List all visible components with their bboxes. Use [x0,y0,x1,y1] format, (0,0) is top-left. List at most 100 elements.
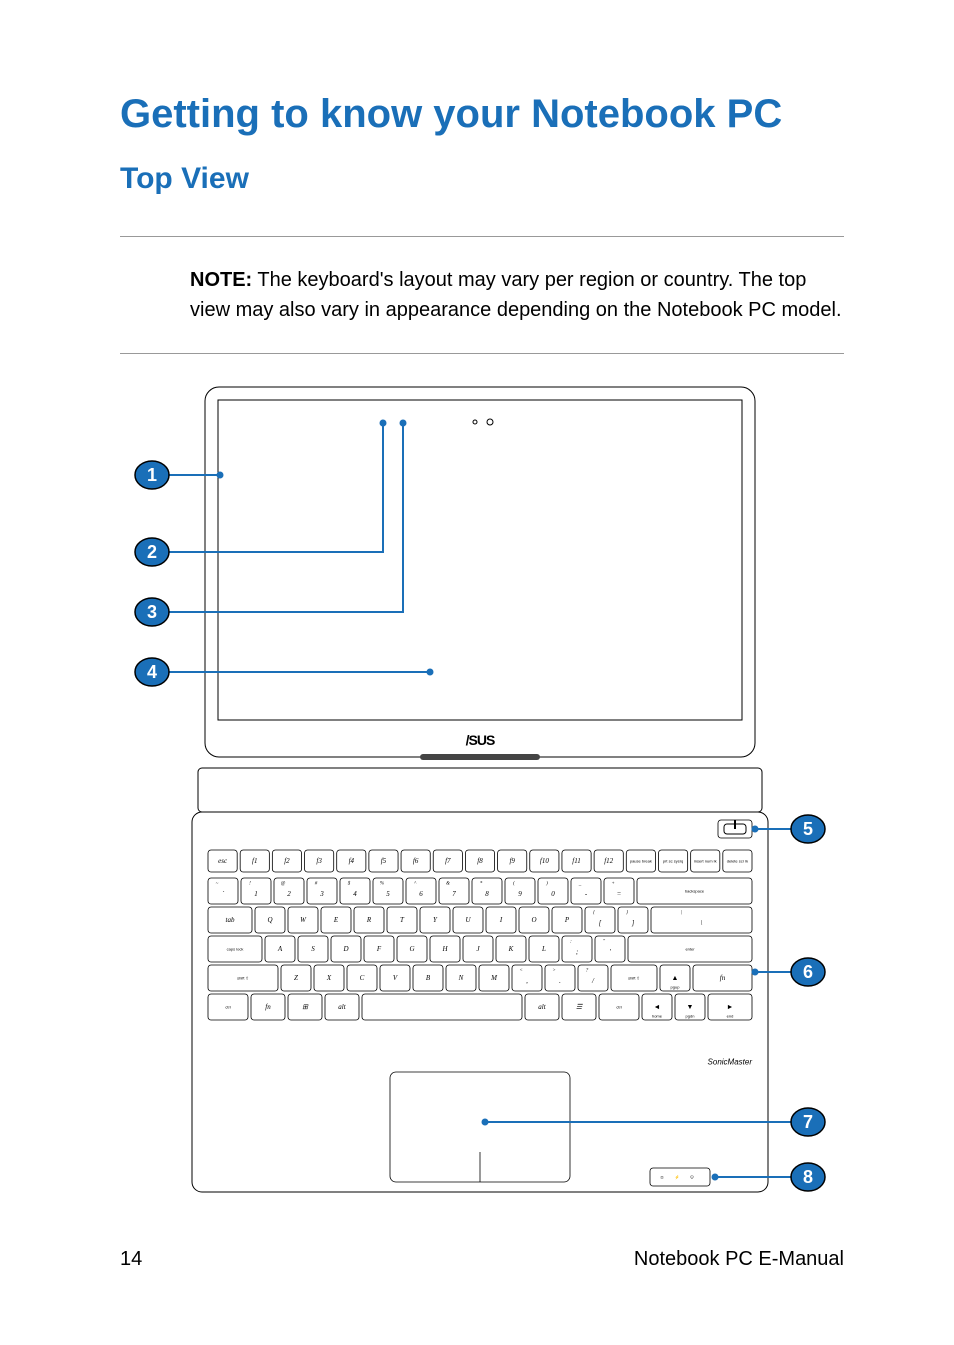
svg-text:esc: esc [218,857,228,865]
svg-text:delete scr lk: delete scr lk [727,859,748,864]
svg-text:f7: f7 [445,857,451,865]
svg-text:B: B [426,974,431,982]
svg-text:5: 5 [803,819,813,839]
svg-text:%: % [380,882,384,887]
svg-text:N: N [458,974,464,982]
svg-text:pgdn: pgdn [686,1014,695,1019]
asus-logo-text: /SUS [466,732,495,748]
svg-text:+: + [611,882,614,887]
svg-text:f12: f12 [604,857,613,865]
status-indicators: Ω ⚡ ⏻ [650,1168,710,1186]
note-body: The keyboard's layout may vary per regio… [190,269,842,321]
svg-text:f6: f6 [413,857,419,865]
svg-text:f8: f8 [477,857,483,865]
svg-text:G: G [409,945,414,953]
svg-text:Ω: Ω [661,1175,664,1180]
svg-text:Q: Q [267,916,272,924]
svg-text:\: \ [701,919,703,927]
svg-text:~: ~ [216,882,219,887]
svg-text:f11: f11 [572,857,580,865]
svg-text:F: F [376,945,382,953]
svg-text:6: 6 [803,962,813,982]
svg-text:.: . [559,977,561,985]
svg-text:4: 4 [353,890,357,898]
svg-text:P: P [564,916,570,924]
svg-text:[: [ [599,919,602,927]
svg-text:O: O [531,916,536,924]
svg-text:X: X [326,974,332,982]
svg-text:alt: alt [338,1003,346,1011]
svg-text:alt: alt [538,1003,546,1011]
svg-text:5: 5 [386,890,390,898]
page-footer: 14 Notebook PC E-Manual [120,1248,844,1271]
svg-text:f1: f1 [252,857,257,865]
svg-text:R: R [366,916,372,924]
svg-text:,: , [526,977,528,985]
svg-text:f2: f2 [284,857,290,865]
svg-text:ctrl: ctrl [225,1005,230,1010]
svg-text:S: S [311,945,315,953]
note-box: NOTE: The keyboard's layout may vary per… [120,236,844,354]
svg-text:►: ► [727,1003,734,1011]
manual-title: Notebook PC E-Manual [634,1248,844,1271]
svg-text:0: 0 [551,890,555,898]
top-view-diagram: /SUS esc f1 f2 f3 f4 f5 f6 f7 f8 f9 f10 f11 f12 pause… [120,382,844,1212]
svg-text:7: 7 [452,890,456,898]
svg-text:caps lock: caps lock [227,947,244,952]
svg-text:3: 3 [319,890,324,898]
svg-text:4: 4 [147,662,157,682]
svg-text:L: L [541,945,546,953]
svg-text:): ) [545,882,548,887]
svg-text:1: 1 [254,890,258,898]
svg-text:8: 8 [803,1167,813,1187]
svg-text:f10: f10 [540,857,549,865]
svg-text:prt sc sysrq: prt sc sysrq [663,859,683,864]
svg-text:=: = [617,890,622,898]
svg-text:2: 2 [147,542,157,562]
svg-text:f4: f4 [349,857,355,865]
svg-text:fn: fn [265,1003,271,1011]
svg-text:home: home [652,1014,663,1019]
svg-text:V: V [393,974,398,982]
note-label: NOTE: [190,269,252,291]
svg-text:H: H [441,945,448,953]
svg-text:enter: enter [685,947,695,952]
svg-text:f3: f3 [316,857,322,865]
svg-text:7: 7 [803,1112,813,1132]
svg-text:E: E [333,916,339,924]
svg-text:2: 2 [287,890,291,898]
svg-text:f9: f9 [509,857,515,865]
sonicmaster-label: SonicMaster [708,1058,753,1067]
svg-text:backspace: backspace [685,889,705,894]
svg-text:<: < [519,969,522,974]
svg-text:{: { [593,911,595,916]
svg-text:f5: f5 [381,857,387,865]
svg-text:}: } [626,911,628,916]
page-title: Getting to know your Notebook PC [120,90,844,138]
svg-text:pause break: pause break [630,859,652,864]
svg-text:fn: fn [720,974,726,982]
svg-text:>: > [552,969,555,974]
svg-text:☰: ☰ [576,1003,583,1011]
svg-text:C: C [360,974,365,982]
svg-text:|: | [681,911,682,916]
svg-text:M: M [490,974,498,982]
svg-text:A: A [277,945,283,953]
svg-text:;: ; [576,948,578,956]
svg-text:▲: ▲ [672,974,679,982]
svg-text:◄: ◄ [654,1003,661,1011]
svg-text:_: _ [578,882,582,887]
svg-text:8: 8 [485,890,489,898]
svg-text:1: 1 [147,465,157,485]
svg-text:3: 3 [147,602,157,622]
section-title: Top View [120,162,844,196]
svg-text:Z: Z [294,974,298,982]
svg-text:9: 9 [518,890,522,898]
svg-text:insert num lk: insert num lk [694,859,717,864]
svg-text:shift ⇧: shift ⇧ [628,976,640,981]
svg-text:6: 6 [419,890,423,898]
svg-text:D: D [342,945,348,953]
svg-text:ctrl: ctrl [616,1005,621,1010]
svg-text:▼: ▼ [687,1003,694,1011]
svg-text:K: K [508,945,514,953]
